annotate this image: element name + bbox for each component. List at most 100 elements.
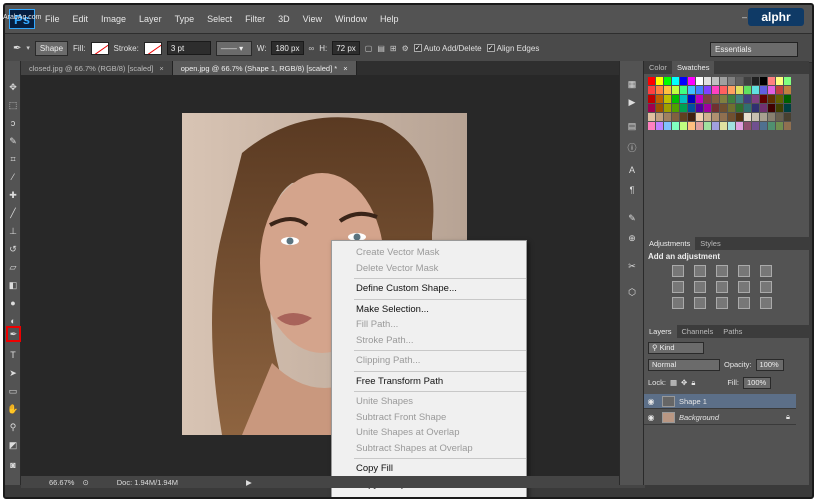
status-info-icon[interactable]: ⊙ — [82, 478, 88, 487]
swatch[interactable] — [672, 77, 679, 85]
swatch[interactable] — [752, 77, 759, 85]
context-item-make-selection[interactable]: Make Selection... — [332, 302, 526, 318]
invert-icon[interactable] — [672, 297, 684, 309]
swatch[interactable] — [704, 122, 711, 130]
blur-tool-icon[interactable]: ● — [7, 297, 19, 309]
menu-filter[interactable]: Filter — [245, 14, 265, 24]
shape-tool-icon[interactable]: ▭ — [7, 385, 19, 397]
swatch[interactable] — [776, 104, 783, 112]
context-item-define-custom-shape[interactable]: Define Custom Shape... — [332, 281, 526, 297]
blend-mode-select[interactable]: Normal — [648, 358, 720, 371]
swatch[interactable] — [760, 104, 767, 112]
black-white-icon[interactable] — [716, 281, 728, 293]
quick-mask-icon[interactable]: ◙ — [7, 459, 19, 471]
swatch[interactable] — [744, 86, 751, 94]
menu-select[interactable]: Select — [207, 14, 232, 24]
curves-icon[interactable] — [716, 265, 728, 277]
swatch[interactable] — [688, 77, 695, 85]
menu-view[interactable]: View — [303, 14, 322, 24]
swatch[interactable] — [784, 104, 791, 112]
type-tool-icon[interactable]: T — [7, 349, 19, 361]
gradient-map-icon[interactable] — [738, 297, 750, 309]
swatch[interactable] — [680, 122, 687, 130]
context-item-free-transform-path[interactable]: Free Transform Path — [332, 374, 526, 390]
move-tool-icon[interactable]: ✥ — [7, 81, 19, 93]
swatch[interactable] — [736, 122, 743, 130]
swatch[interactable] — [752, 95, 759, 103]
visibility-eye-icon[interactable]: ◉ — [644, 413, 658, 422]
swatch[interactable] — [752, 104, 759, 112]
swatch[interactable] — [664, 77, 671, 85]
link-icon[interactable]: ∞ — [309, 44, 315, 53]
swatch[interactable] — [736, 113, 743, 121]
swatch[interactable] — [720, 104, 727, 112]
swatch[interactable] — [728, 122, 735, 130]
menu-layer[interactable]: Layer — [139, 14, 162, 24]
swatch[interactable] — [744, 95, 751, 103]
eyedropper-tool-icon[interactable]: ⁄ — [7, 171, 19, 183]
workspace-select[interactable]: Essentials — [710, 42, 798, 57]
tab-adjustments[interactable]: Adjustments — [644, 237, 696, 250]
swatch[interactable] — [696, 113, 703, 121]
zoom-tool-icon[interactable]: ⚲ — [7, 421, 19, 433]
swatch[interactable] — [776, 77, 783, 85]
swatch[interactable] — [768, 122, 775, 130]
swatch[interactable] — [776, 122, 783, 130]
swatch[interactable] — [760, 77, 767, 85]
swatch[interactable] — [648, 77, 655, 85]
swatch[interactable] — [688, 113, 695, 121]
swatch[interactable] — [680, 104, 687, 112]
swatch[interactable] — [736, 95, 743, 103]
tab-color[interactable]: Color — [644, 61, 672, 74]
menu-edit[interactable]: Edit — [73, 14, 89, 24]
context-item-copy-fill[interactable]: Copy Fill — [332, 461, 526, 477]
opacity-field[interactable]: 100% — [755, 358, 784, 371]
tab-open-jpg[interactable]: open.jpg @ 66.7% (Shape 1, RGB/8) [scale… — [172, 61, 357, 75]
clone-source-icon[interactable]: ⊕ — [626, 233, 638, 245]
swatch[interactable] — [752, 113, 759, 121]
layer-shape-1[interactable]: ◉ Shape 1 — [644, 394, 796, 409]
swatch[interactable] — [712, 86, 719, 94]
swatch[interactable] — [776, 95, 783, 103]
tab-closed-jpg[interactable]: closed.jpg @ 66.7% (RGB/8) [scaled] × — [21, 61, 173, 75]
pen-tool-button[interactable]: ✒ — [6, 326, 21, 342]
width-field[interactable]: 180 px — [271, 41, 304, 55]
swatch[interactable] — [672, 86, 679, 94]
swatch[interactable] — [664, 122, 671, 130]
gradient-tool-icon[interactable]: ◧ — [7, 279, 19, 291]
lock-position-icon[interactable]: ✥ — [681, 378, 687, 387]
eraser-tool-icon[interactable]: ▱ — [7, 261, 19, 273]
swatch[interactable] — [656, 104, 663, 112]
swatch[interactable] — [688, 104, 695, 112]
swatch[interactable] — [768, 113, 775, 121]
path-operations-icon[interactable]: ▢ — [365, 44, 373, 53]
exposure-icon[interactable] — [738, 265, 750, 277]
swatch[interactable] — [744, 77, 751, 85]
swatch[interactable] — [712, 95, 719, 103]
marquee-tool-icon[interactable]: ⬚ — [7, 99, 19, 111]
swatch[interactable] — [736, 77, 743, 85]
swatch[interactable] — [664, 104, 671, 112]
swatch[interactable] — [784, 95, 791, 103]
swatch[interactable] — [656, 95, 663, 103]
swatch[interactable] — [768, 95, 775, 103]
menu-window[interactable]: Window — [335, 14, 367, 24]
swatch[interactable] — [648, 113, 655, 121]
swatch[interactable] — [784, 113, 791, 121]
swatch[interactable] — [704, 86, 711, 94]
character-icon[interactable]: A — [626, 165, 638, 177]
height-field[interactable]: 72 px — [332, 41, 360, 55]
swatch[interactable] — [704, 77, 711, 85]
path-alignment-icon[interactable]: ▤ — [377, 44, 385, 53]
stroke-type-select[interactable]: —— ▾ — [215, 40, 252, 56]
paragraph-icon[interactable]: ¶ — [626, 185, 638, 197]
info-icon[interactable]: ⓘ — [626, 141, 638, 153]
menu-help[interactable]: Help — [380, 14, 399, 24]
tab-swatches[interactable]: Swatches — [671, 61, 715, 74]
channel-mixer-icon[interactable] — [760, 281, 772, 293]
swatch[interactable] — [704, 95, 711, 103]
swatch[interactable] — [728, 113, 735, 121]
swatch[interactable] — [712, 104, 719, 112]
swatch[interactable] — [704, 113, 711, 121]
zoom-readout[interactable]: 66.67% — [49, 478, 74, 487]
